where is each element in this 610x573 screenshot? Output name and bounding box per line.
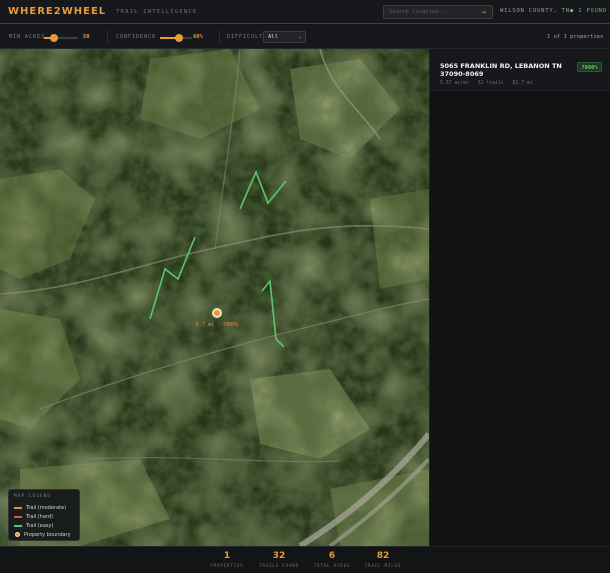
legend-item-moderate: Trail (moderate) [14, 503, 74, 512]
property-marker[interactable] [212, 308, 222, 318]
difficulty-label: DIFFICULTY [227, 34, 268, 40]
app-tagline: TRAIL INTELLIGENCE [116, 8, 198, 15]
county-label: WILSON COUNTY, TN [500, 8, 570, 14]
property-count: 1 of 1 properties [547, 34, 604, 40]
stat-properties: 1 PROPERTIES [200, 551, 254, 568]
min-acres-label: MIN ACRES [9, 34, 46, 40]
property-miles: 82.7 mi [512, 81, 533, 86]
search-go-icon[interactable]: → [482, 8, 486, 16]
property-address: 5065 FRANKLIN RD, LEBANON TN 37090-8069 [440, 62, 562, 78]
confidence-value: 60% [193, 34, 203, 40]
found-count-badge: ● 1 FOUND [570, 8, 608, 14]
property-trails: 32 trails [477, 81, 504, 86]
chevron-down-icon: ⌄ [298, 33, 302, 40]
results-panel: 5065 FRANKLIN RD, LEBANON TN 37090-8069 … [429, 49, 610, 546]
property-marker-label: 5.7 mi · 7800% [196, 322, 239, 328]
legend-label: Trail (moderate) [26, 504, 67, 511]
stat-value: 6 [328, 551, 336, 561]
app-header: WHERE2WHEEL TRAIL INTELLIGENCE → WILSON … [0, 0, 610, 24]
min-acres-value: 50 [83, 34, 90, 40]
property-dot-icon [15, 532, 20, 537]
legend-item-hard: Trail (hard) [14, 512, 74, 521]
stat-value: 82 [376, 551, 390, 561]
confidence-label: CONFIDENCE [116, 34, 157, 40]
stat-value: 32 [272, 551, 286, 561]
stat-trails-found: 32 TRAILS FOUND [252, 551, 306, 568]
legend-item-boundary: Property boundary [14, 530, 74, 539]
legend-title: MAP LEGEND [14, 494, 52, 499]
satellite-imagery [0, 49, 429, 546]
difficulty-select[interactable]: All ⌄ [263, 31, 306, 43]
stat-label: TRAILS FOUND [259, 563, 299, 568]
legend-label: Property boundary [24, 531, 71, 538]
min-acres-slider[interactable] [44, 34, 78, 42]
stat-value: 1 [223, 551, 231, 561]
app-logo[interactable]: WHERE2WHEEL [8, 6, 106, 17]
legend-label: Trail (easy) [26, 522, 54, 529]
legend-item-easy: Trail (easy) [14, 521, 74, 530]
min-acres-slider-thumb[interactable] [50, 34, 59, 42]
difficulty-selected-value: All [268, 34, 278, 40]
stat-total-acres: 6 TOTAL ACRES [305, 551, 359, 568]
stat-trail-miles: 82 TRAIL MILES [356, 551, 410, 568]
satellite-map[interactable]: 5.7 mi · 7800% MAP LEGEND Trail (moderat… [0, 49, 429, 546]
filter-bar: MIN ACRES 50 CONFIDENCE 60% DIFFICULTY A… [0, 25, 610, 49]
confidence-badge: 7800% [577, 62, 602, 72]
confidence-slider-thumb[interactable] [175, 34, 184, 42]
property-meta: 5.37 acres 32 trails 82.7 mi [440, 81, 539, 86]
stat-label: TOTAL ACRES [313, 563, 351, 568]
map-legend: MAP LEGEND Trail (moderate) Trail (hard)… [8, 489, 80, 541]
property-acres: 5.37 acres [440, 81, 469, 86]
legend-swatch [14, 524, 22, 527]
stat-label: PROPERTIES [210, 563, 244, 568]
stat-label: TRAIL MILES [364, 563, 402, 568]
search-box[interactable]: → [383, 5, 493, 19]
legend-label: Trail (hard) [26, 513, 54, 520]
stats-bar: 1 PROPERTIES 32 TRAILS FOUND 6 TOTAL ACR… [0, 546, 610, 573]
legend-swatch [14, 506, 22, 509]
legend-swatch [14, 515, 22, 518]
filter-divider [107, 31, 108, 43]
search-input[interactable] [384, 9, 470, 15]
filter-divider [219, 31, 220, 43]
confidence-slider[interactable] [160, 34, 192, 42]
property-card[interactable]: 5065 FRANKLIN RD, LEBANON TN 37090-8069 … [430, 49, 610, 91]
